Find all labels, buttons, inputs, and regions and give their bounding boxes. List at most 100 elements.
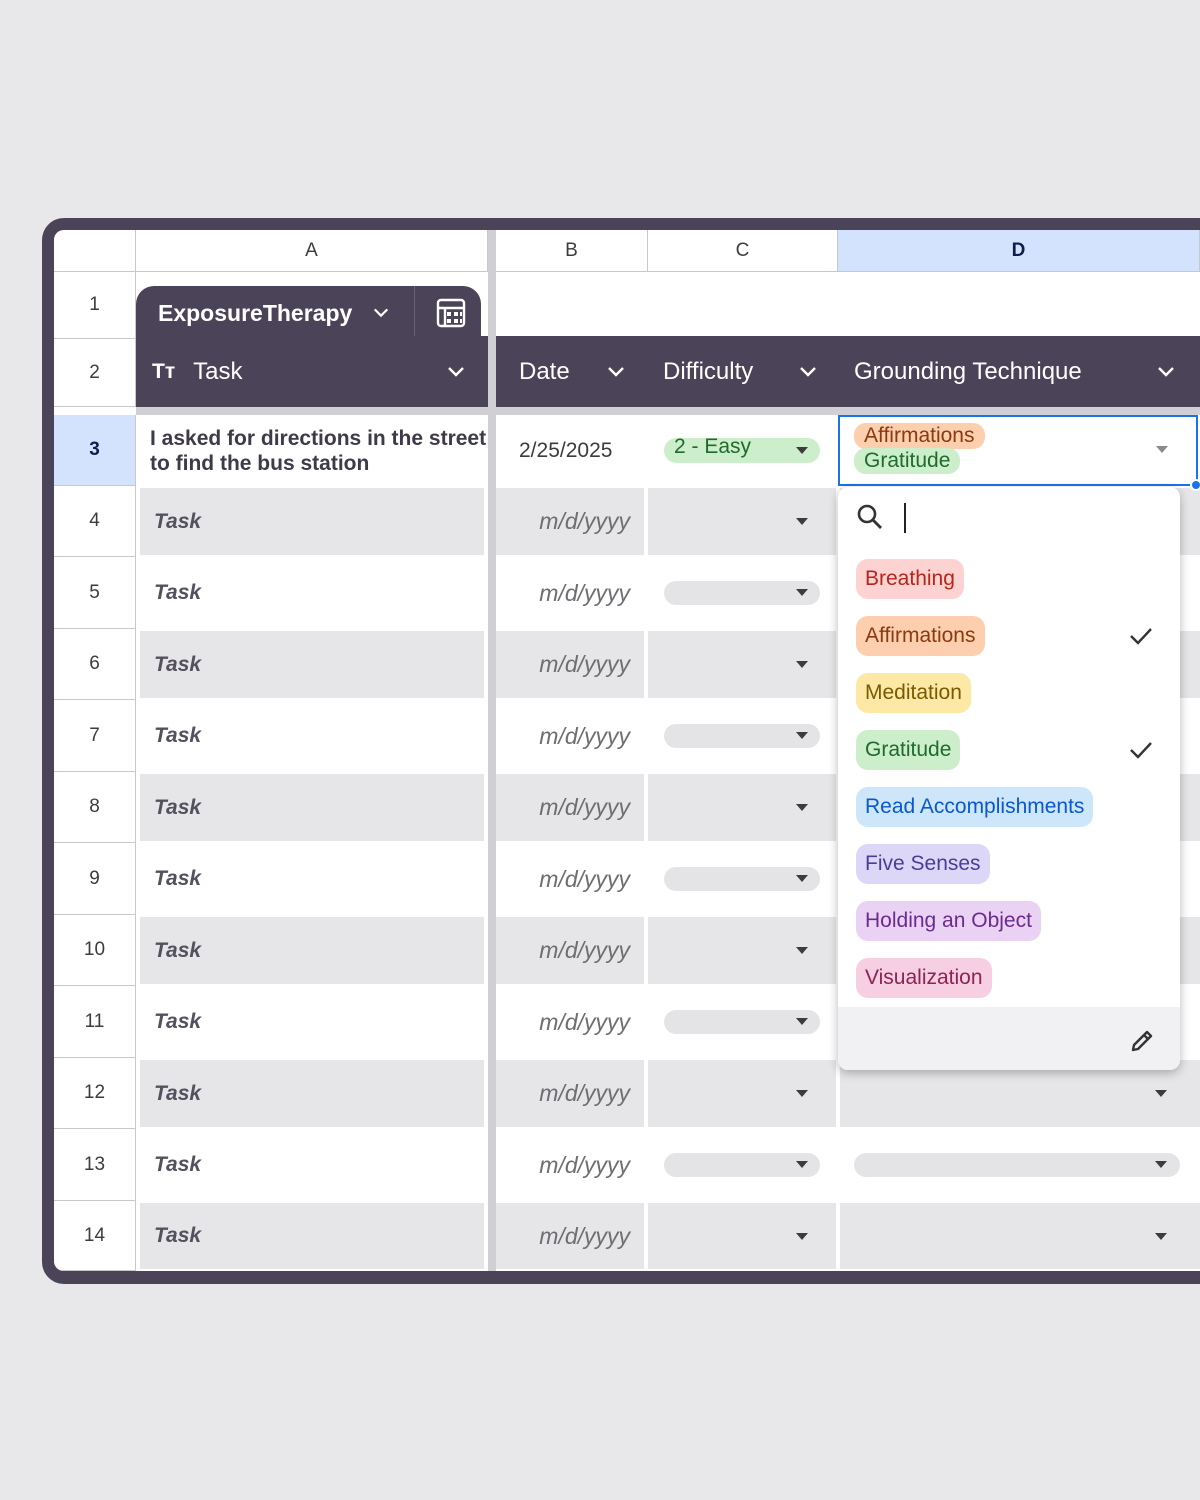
row-header[interactable]: 8 xyxy=(54,772,136,843)
row-header[interactable]: 11 xyxy=(54,986,136,1058)
header-grounding[interactable]: Grounding Technique xyxy=(838,336,1200,407)
task-cell[interactable]: Task xyxy=(140,488,484,555)
date-cell[interactable]: m/d/yyyy xyxy=(496,702,644,770)
dropdown-arrow-icon[interactable] xyxy=(796,589,808,596)
frozen-column-divider[interactable] xyxy=(488,230,496,1271)
task-cell[interactable]: Task xyxy=(140,774,484,841)
dropdown-option[interactable]: Gratitude xyxy=(856,730,961,770)
dropdown-arrow-icon[interactable] xyxy=(796,518,808,525)
grounding-cell[interactable] xyxy=(840,1203,1200,1269)
dropdown-arrow-icon[interactable] xyxy=(796,447,808,454)
difficulty-cell[interactable] xyxy=(648,845,836,913)
header-task[interactable]: Tт Task xyxy=(136,336,488,407)
grounding-cell[interactable] xyxy=(840,1060,1200,1127)
date-cell[interactable]: m/d/yyyy xyxy=(496,631,644,698)
dropdown-option[interactable]: Affirmations xyxy=(856,616,985,656)
date-cell[interactable]: m/d/yyyy xyxy=(496,917,644,984)
row-header[interactable]: 5 xyxy=(54,557,136,629)
difficulty-cell[interactable] xyxy=(648,1060,836,1127)
difficulty-cell[interactable] xyxy=(648,917,836,984)
row-header[interactable]: 14 xyxy=(54,1201,136,1271)
grounding-cell[interactable] xyxy=(840,1131,1200,1199)
task-cell[interactable]: Task xyxy=(140,1060,484,1127)
dropdown-arrow-icon[interactable] xyxy=(796,732,808,739)
dropdown-arrow-icon[interactable] xyxy=(796,1090,808,1097)
difficulty-cell[interactable]: 2 - Easy xyxy=(648,415,838,486)
task-cell[interactable]: I asked for directions in the street to … xyxy=(136,415,488,486)
date-cell[interactable]: m/d/yyyy xyxy=(496,774,644,841)
edit-pencil-icon[interactable] xyxy=(1128,1027,1156,1055)
task-cell[interactable]: Task xyxy=(140,1203,484,1269)
row-header[interactable]: 3 xyxy=(54,415,136,486)
task-cell[interactable]: Task xyxy=(140,917,484,984)
chevron-down-icon[interactable] xyxy=(372,304,390,322)
row-header[interactable]: 4 xyxy=(54,486,136,557)
dropdown-arrow-icon[interactable] xyxy=(796,804,808,811)
select-all-corner[interactable] xyxy=(54,230,136,272)
row-header[interactable]: 9 xyxy=(54,843,136,915)
dropdown-arrow-icon[interactable] xyxy=(796,661,808,668)
dropdown-arrow-icon[interactable] xyxy=(796,1233,808,1240)
search-input[interactable] xyxy=(904,503,906,533)
row-header[interactable]: 6 xyxy=(54,629,136,700)
date-cell[interactable]: m/d/yyyy xyxy=(496,845,644,913)
dropdown-option[interactable]: Holding an Object xyxy=(856,901,1041,941)
row-header[interactable]: 13 xyxy=(54,1129,136,1201)
chevron-down-icon[interactable] xyxy=(606,362,626,382)
header-difficulty[interactable]: Difficulty xyxy=(648,336,838,407)
dropdown-option[interactable]: Visualization xyxy=(856,958,992,998)
difficulty-cell[interactable] xyxy=(648,702,836,770)
row-header[interactable]: 10 xyxy=(54,915,136,986)
date-cell[interactable]: m/d/yyyy xyxy=(496,488,644,555)
difficulty-cell[interactable] xyxy=(648,1203,836,1269)
table-name-tab[interactable]: ExposureTherapy xyxy=(136,286,481,340)
task-cell[interactable]: Task xyxy=(140,559,484,627)
chevron-down-icon[interactable] xyxy=(446,362,466,382)
column-header-b[interactable]: B xyxy=(496,230,648,272)
date-cell[interactable]: 2/25/2025 xyxy=(496,415,648,486)
date-cell[interactable]: m/d/yyyy xyxy=(496,1131,644,1199)
date-cell[interactable]: m/d/yyyy xyxy=(496,1060,644,1127)
dropdown-option[interactable]: Breathing xyxy=(856,559,964,599)
chevron-down-icon[interactable] xyxy=(798,362,818,382)
chevron-down-icon[interactable] xyxy=(1156,362,1176,382)
difficulty-cell[interactable] xyxy=(648,988,836,1056)
dropdown-arrow-icon[interactable] xyxy=(1155,1161,1167,1168)
row-header[interactable]: 2 xyxy=(54,339,136,407)
task-cell[interactable]: Task xyxy=(140,631,484,698)
dropdown-arrow-icon[interactable] xyxy=(796,1018,808,1025)
row-header[interactable]: 1 xyxy=(54,272,136,339)
dropdown-option[interactable]: Five Senses xyxy=(856,844,990,884)
dropdown-arrow-icon[interactable] xyxy=(796,947,808,954)
task-cell[interactable]: Task xyxy=(140,988,484,1056)
difficulty-cell[interactable] xyxy=(648,774,836,841)
task-cell[interactable]: Task xyxy=(140,702,484,770)
difficulty-cell[interactable] xyxy=(648,559,836,627)
dropdown-arrow-icon[interactable] xyxy=(796,1161,808,1168)
dropdown-arrow-icon[interactable] xyxy=(796,875,808,882)
table-calculator-icon[interactable] xyxy=(435,297,467,329)
task-cell[interactable]: Task xyxy=(140,845,484,913)
task-cell[interactable]: Task xyxy=(140,1131,484,1199)
date-cell[interactable]: m/d/yyyy xyxy=(496,1203,644,1269)
frozen-row-divider[interactable] xyxy=(136,407,1200,415)
difficulty-cell[interactable] xyxy=(648,631,836,698)
dropdown-arrow-icon[interactable] xyxy=(1155,1233,1167,1240)
selected-cell-outline xyxy=(838,415,1198,486)
header-date[interactable]: Date xyxy=(496,336,648,407)
fill-handle[interactable] xyxy=(1190,479,1200,491)
row-header[interactable]: 12 xyxy=(54,1058,136,1129)
header-grounding-label: Grounding Technique xyxy=(854,357,1082,385)
difficulty-cell[interactable] xyxy=(648,488,836,555)
date-cell[interactable]: m/d/yyyy xyxy=(496,559,644,627)
header-date-label: Date xyxy=(519,357,570,385)
dropdown-option[interactable]: Meditation xyxy=(856,673,971,713)
row-header[interactable]: 7 xyxy=(54,700,136,772)
difficulty-cell[interactable] xyxy=(648,1131,836,1199)
column-header-c[interactable]: C xyxy=(648,230,838,272)
date-cell[interactable]: m/d/yyyy xyxy=(496,988,644,1056)
column-header-d[interactable]: D xyxy=(838,230,1200,272)
dropdown-arrow-icon[interactable] xyxy=(1155,1090,1167,1097)
dropdown-option[interactable]: Read Accomplishments xyxy=(856,787,1094,827)
column-header-a[interactable]: A xyxy=(136,230,488,272)
